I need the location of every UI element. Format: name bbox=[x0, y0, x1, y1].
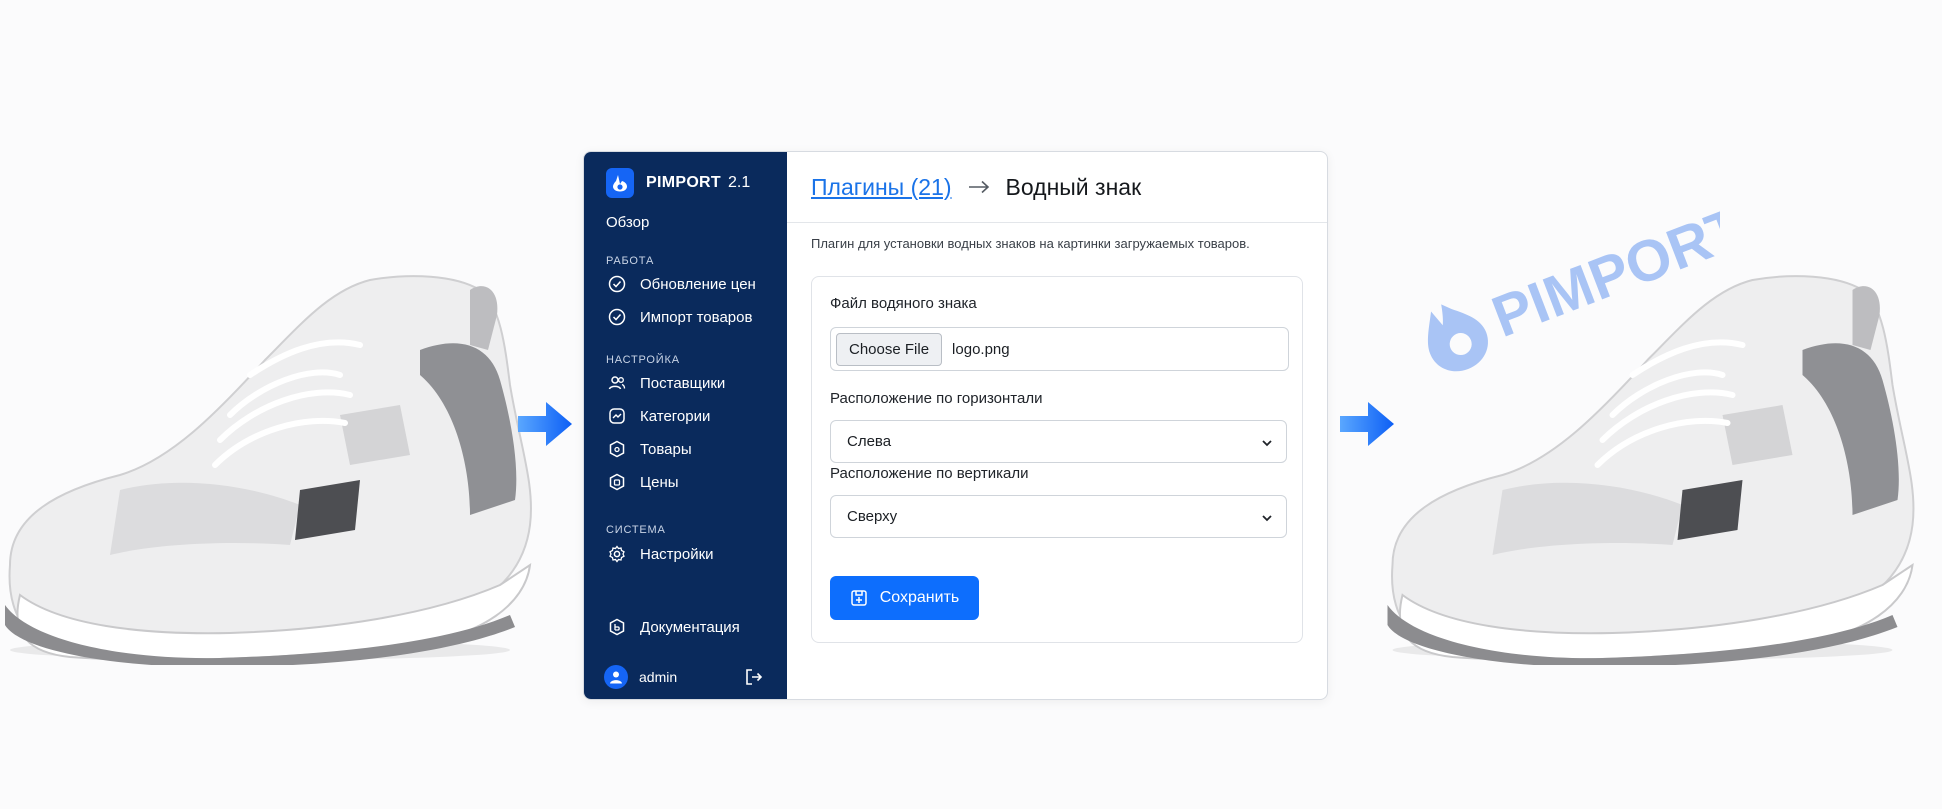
sidebar-item-categories[interactable]: Категории bbox=[608, 407, 710, 425]
chevron-down-icon bbox=[1262, 515, 1272, 522]
main-content: Плагины (21) Водный знак Плагин для уста… bbox=[787, 152, 1327, 699]
arrow-right-icon bbox=[968, 180, 989, 194]
sidebar-item-documentation[interactable]: Документация bbox=[608, 618, 740, 636]
sidebar-item-prices[interactable]: Цены bbox=[608, 473, 679, 491]
sidebar-item-label: Товары bbox=[640, 440, 692, 458]
save-button-label: Сохранить bbox=[879, 589, 960, 606]
sidebar-item-label: Цены bbox=[640, 473, 679, 491]
sidebar-item-label: Документация bbox=[640, 618, 740, 636]
box-icon bbox=[609, 440, 625, 458]
gear-icon bbox=[609, 545, 625, 563]
drop-logo-icon bbox=[606, 168, 634, 198]
horizontal-select-value: Слева bbox=[847, 433, 892, 450]
brand[interactable]: PIMPORT 2.1 bbox=[606, 168, 750, 198]
sidebar: PIMPORT 2.1 Обзор РАБОТА Обновление цен … bbox=[584, 152, 787, 699]
user-profile[interactable]: admin bbox=[604, 665, 677, 689]
categories-icon bbox=[609, 408, 625, 424]
users-icon bbox=[608, 376, 626, 390]
sidebar-item-settings[interactable]: Настройки bbox=[608, 545, 714, 563]
settings-form: Файл водяного знака Choose File logo.png… bbox=[811, 276, 1303, 643]
price-icon bbox=[609, 473, 625, 491]
arrow-right-icon bbox=[518, 402, 572, 446]
sidebar-item-label: Настройки bbox=[640, 545, 714, 563]
choose-file-button[interactable]: Choose File bbox=[836, 332, 943, 366]
sidebar-item-label: Обновление цен bbox=[640, 275, 756, 293]
svg-text:PIMPORT: PIMPORT bbox=[1484, 195, 1720, 350]
check-circle-icon bbox=[608, 308, 626, 326]
vertical-label: Расположение по вертикали bbox=[830, 465, 1029, 482]
chevron-down-icon bbox=[1262, 440, 1272, 447]
file-label: Файл водяного знака bbox=[830, 295, 977, 312]
watermark-logo: PIMPORT bbox=[1427, 195, 1720, 372]
save-button[interactable]: Сохранить bbox=[830, 576, 979, 620]
save-icon bbox=[850, 590, 867, 606]
section-title-work: РАБОТА bbox=[606, 255, 655, 267]
section-title-system: СИСТЕМА bbox=[606, 524, 666, 536]
user-name: admin bbox=[639, 669, 678, 685]
vertical-select[interactable]: Сверху bbox=[830, 495, 1287, 538]
vertical-select-value: Сверху bbox=[847, 508, 898, 525]
logout-icon[interactable] bbox=[744, 667, 764, 687]
breadcrumb-link-plugins[interactable]: Плагины (21) bbox=[811, 174, 952, 201]
horizontal-select[interactable]: Слева bbox=[830, 420, 1287, 463]
file-name: logo.png bbox=[952, 340, 1010, 358]
brand-version: 2.1 bbox=[728, 174, 751, 191]
sidebar-item-product-import[interactable]: Импорт товаров bbox=[608, 308, 752, 326]
user-icon bbox=[610, 671, 622, 684]
sidebar-item-overview[interactable]: Обзор bbox=[606, 214, 649, 231]
sidebar-item-label: Импорт товаров bbox=[640, 308, 753, 326]
shoe-image-original bbox=[5, 275, 532, 665]
page-description: Плагин для установки водных знаков на ка… bbox=[811, 236, 1250, 251]
section-title-settings: НАСТРОЙКА bbox=[606, 354, 680, 366]
avatar bbox=[604, 665, 628, 689]
sidebar-item-price-update[interactable]: Обновление цен bbox=[608, 275, 756, 293]
sidebar-item-label: Поставщики bbox=[640, 374, 726, 392]
sidebar-item-suppliers[interactable]: Поставщики bbox=[608, 374, 725, 392]
sidebar-item-label: Категории bbox=[640, 407, 711, 425]
page-title: Водный знак bbox=[1005, 173, 1142, 200]
page-header: Плагины (21) Водный знак bbox=[787, 152, 1327, 223]
documentation-icon bbox=[609, 618, 625, 636]
horizontal-label: Расположение по горизонтали bbox=[830, 390, 1043, 407]
app-window: PIMPORT 2.1 Обзор РАБОТА Обновление цен … bbox=[583, 151, 1328, 700]
check-circle-icon bbox=[608, 275, 626, 293]
sidebar-item-products[interactable]: Товары bbox=[608, 440, 692, 458]
file-input[interactable]: Choose File logo.png bbox=[830, 327, 1289, 371]
brand-name: PIMPORT bbox=[646, 174, 721, 191]
